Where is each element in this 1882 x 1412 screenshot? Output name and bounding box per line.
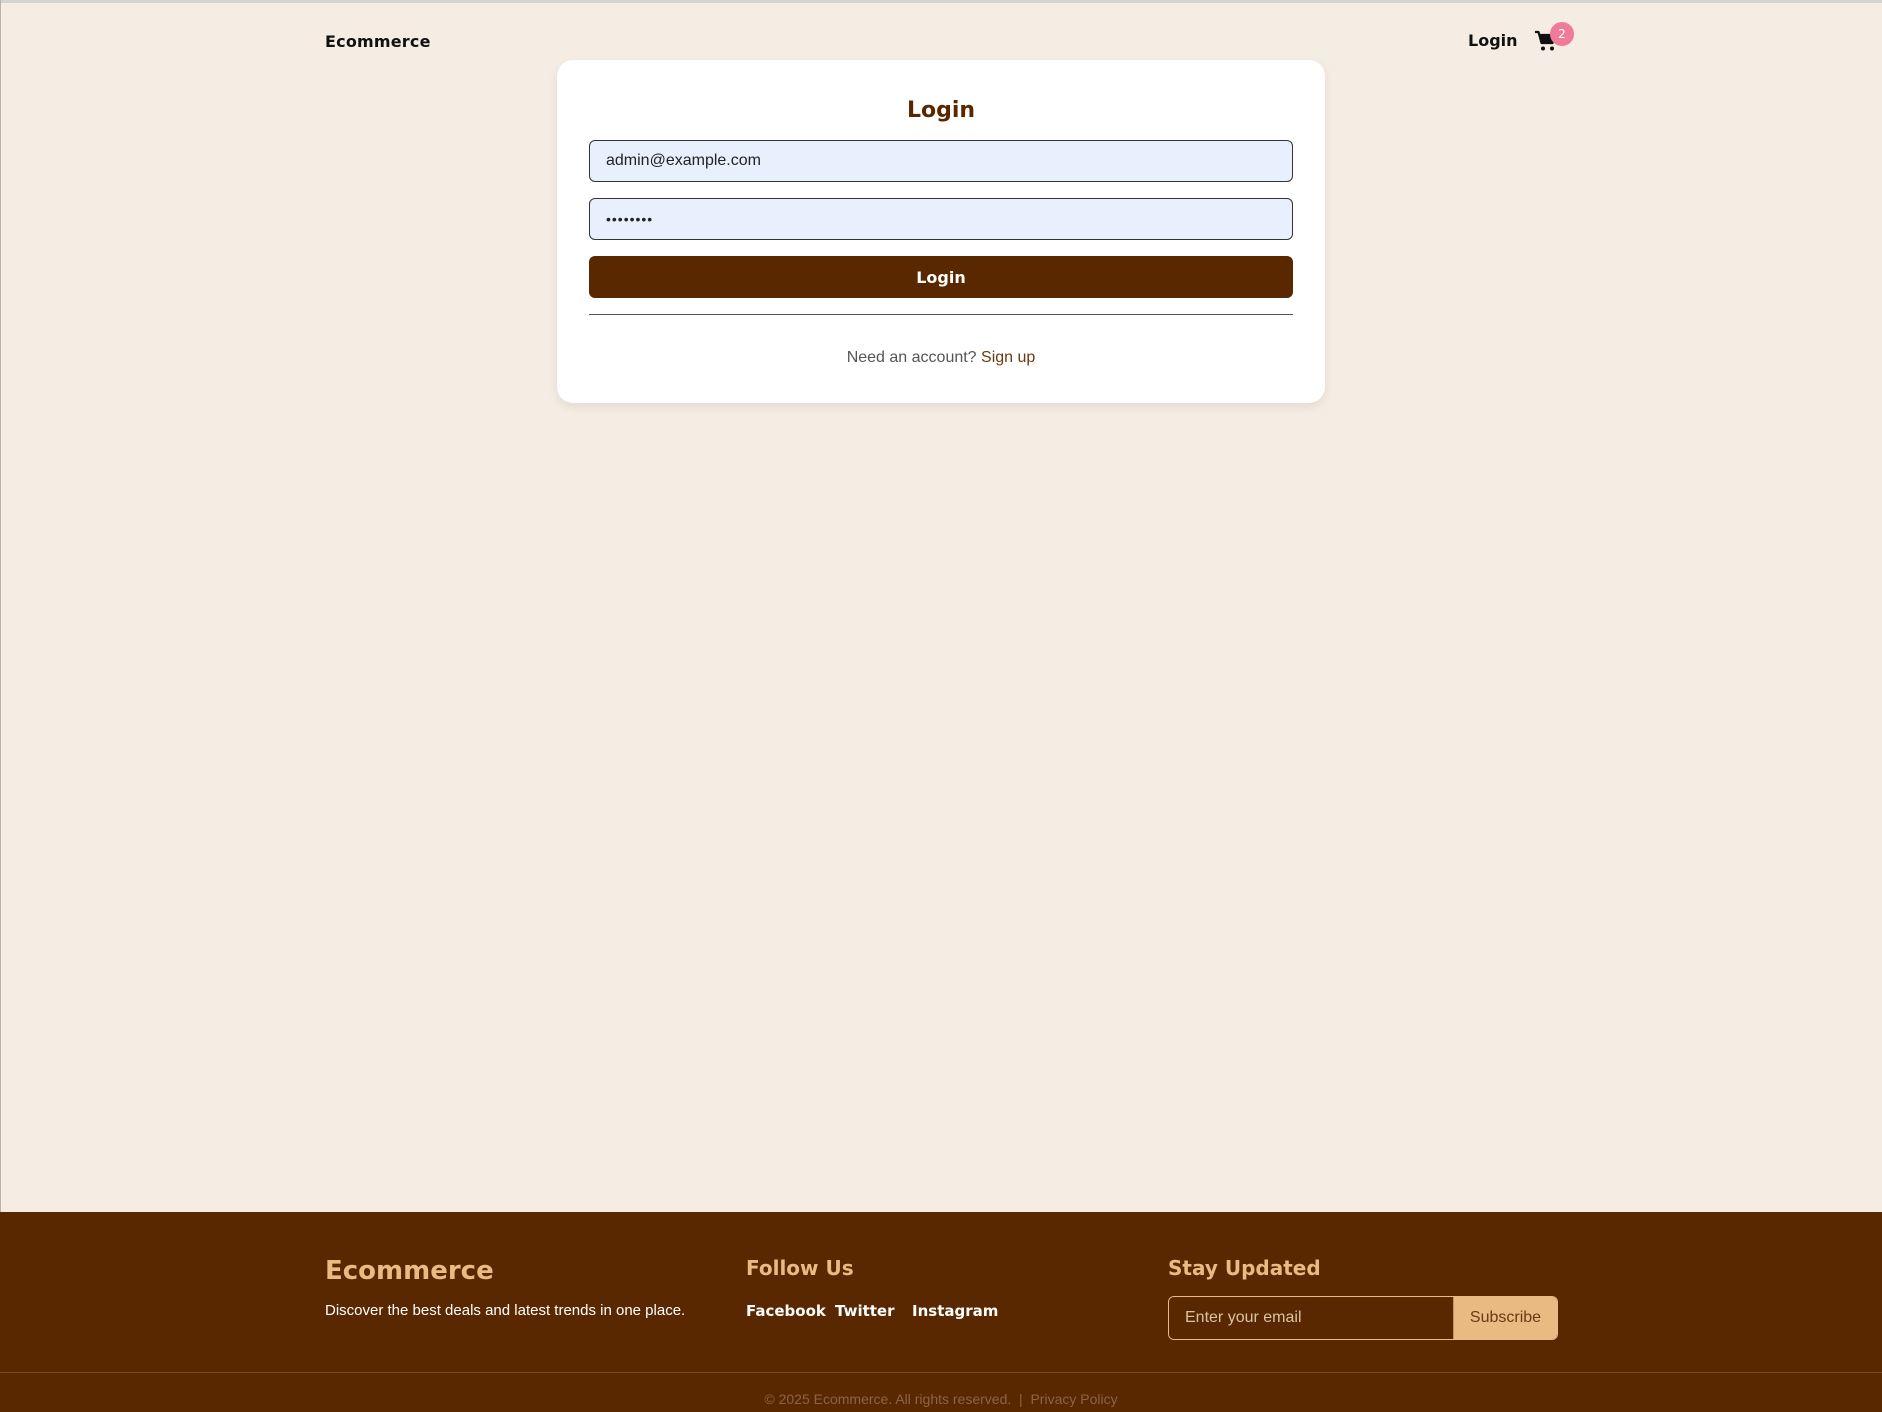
copyright-text: © 2025 Ecommerce. All rights reserved. [764, 1391, 1012, 1407]
login-title: Login [906, 98, 976, 123]
form-divider [589, 314, 1293, 315]
footer-divider [0, 1372, 1882, 1373]
facebook-link[interactable]: Facebook [746, 1302, 826, 1320]
follow-us-heading: Follow Us [746, 1256, 854, 1280]
footer-tagline: Discover the best deals and latest trend… [325, 1302, 686, 1319]
email-field[interactable]: admin@example.com [589, 140, 1293, 182]
newsletter-heading: Stay Updated [1168, 1256, 1321, 1280]
instagram-link[interactable]: Instagram [912, 1302, 998, 1320]
password-field[interactable]: •••••••• [589, 198, 1293, 240]
newsletter-form: Subscribe [1168, 1296, 1558, 1340]
footer-brand: Ecommerce [325, 1256, 494, 1286]
subscribe-button[interactable]: Subscribe [1453, 1297, 1557, 1339]
nav-login-link[interactable]: Login [1468, 31, 1518, 50]
login-card: Login admin@example.com •••••••• Login N… [557, 60, 1325, 403]
newsletter-email-input[interactable] [1169, 1297, 1453, 1339]
copyright-bar: © 2025 Ecommerce. All rights reserved. |… [0, 1391, 1882, 1407]
cart-count-badge: 2 [1550, 22, 1574, 46]
privacy-policy-link[interactable]: Privacy Policy [1030, 1391, 1117, 1407]
window-left-border [0, 0, 1, 1412]
site-footer: Ecommerce Discover the best deals and la… [0, 1212, 1882, 1412]
login-submit-button[interactable]: Login [589, 256, 1293, 298]
signup-link[interactable]: Sign up [981, 349, 1035, 366]
twitter-link[interactable]: Twitter [835, 1302, 895, 1320]
need-account-text: Need an account? [846, 349, 977, 366]
brand-logo[interactable]: Ecommerce [325, 32, 431, 51]
copyright-separator: | [1019, 1391, 1023, 1407]
signup-prompt: Need an account? Sign up [557, 349, 1325, 367]
